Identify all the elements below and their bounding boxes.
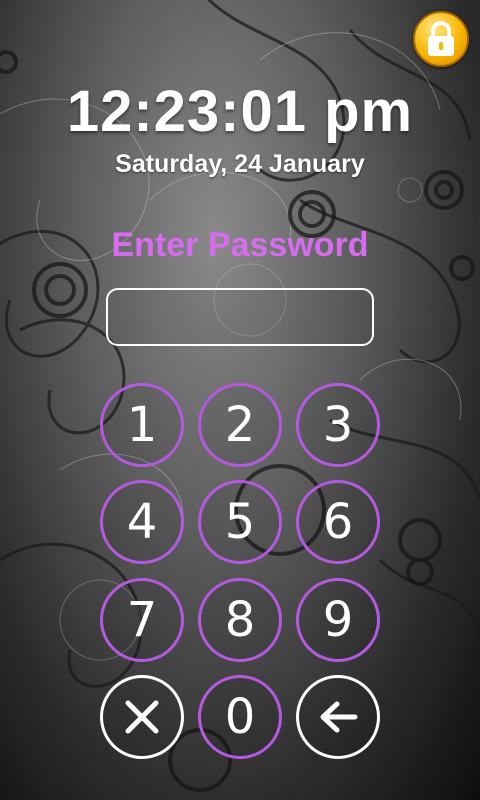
key-0[interactable]: 0: [198, 675, 282, 759]
password-prompt: Enter Password: [111, 226, 369, 264]
x-icon: [125, 700, 159, 734]
key-9[interactable]: 9: [296, 578, 380, 662]
key-7[interactable]: 7: [100, 578, 184, 662]
clock-date: Saturday, 24 January: [115, 150, 365, 178]
key-8[interactable]: 8: [198, 578, 282, 662]
backspace-button[interactable]: [296, 675, 380, 759]
key-4[interactable]: 4: [100, 480, 184, 564]
key-2[interactable]: 2: [198, 383, 282, 467]
clock-time: 12:23:01 pm: [66, 79, 414, 144]
key-1[interactable]: 1: [100, 383, 184, 467]
password-field[interactable]: [106, 288, 374, 346]
arrow-left-icon: [320, 701, 358, 733]
key-3[interactable]: 3: [296, 383, 380, 467]
key-5[interactable]: 5: [198, 480, 282, 564]
clear-button[interactable]: [100, 675, 184, 759]
lock-button[interactable]: [413, 11, 469, 67]
key-6[interactable]: 6: [296, 480, 380, 564]
padlock-icon: [428, 21, 454, 56]
